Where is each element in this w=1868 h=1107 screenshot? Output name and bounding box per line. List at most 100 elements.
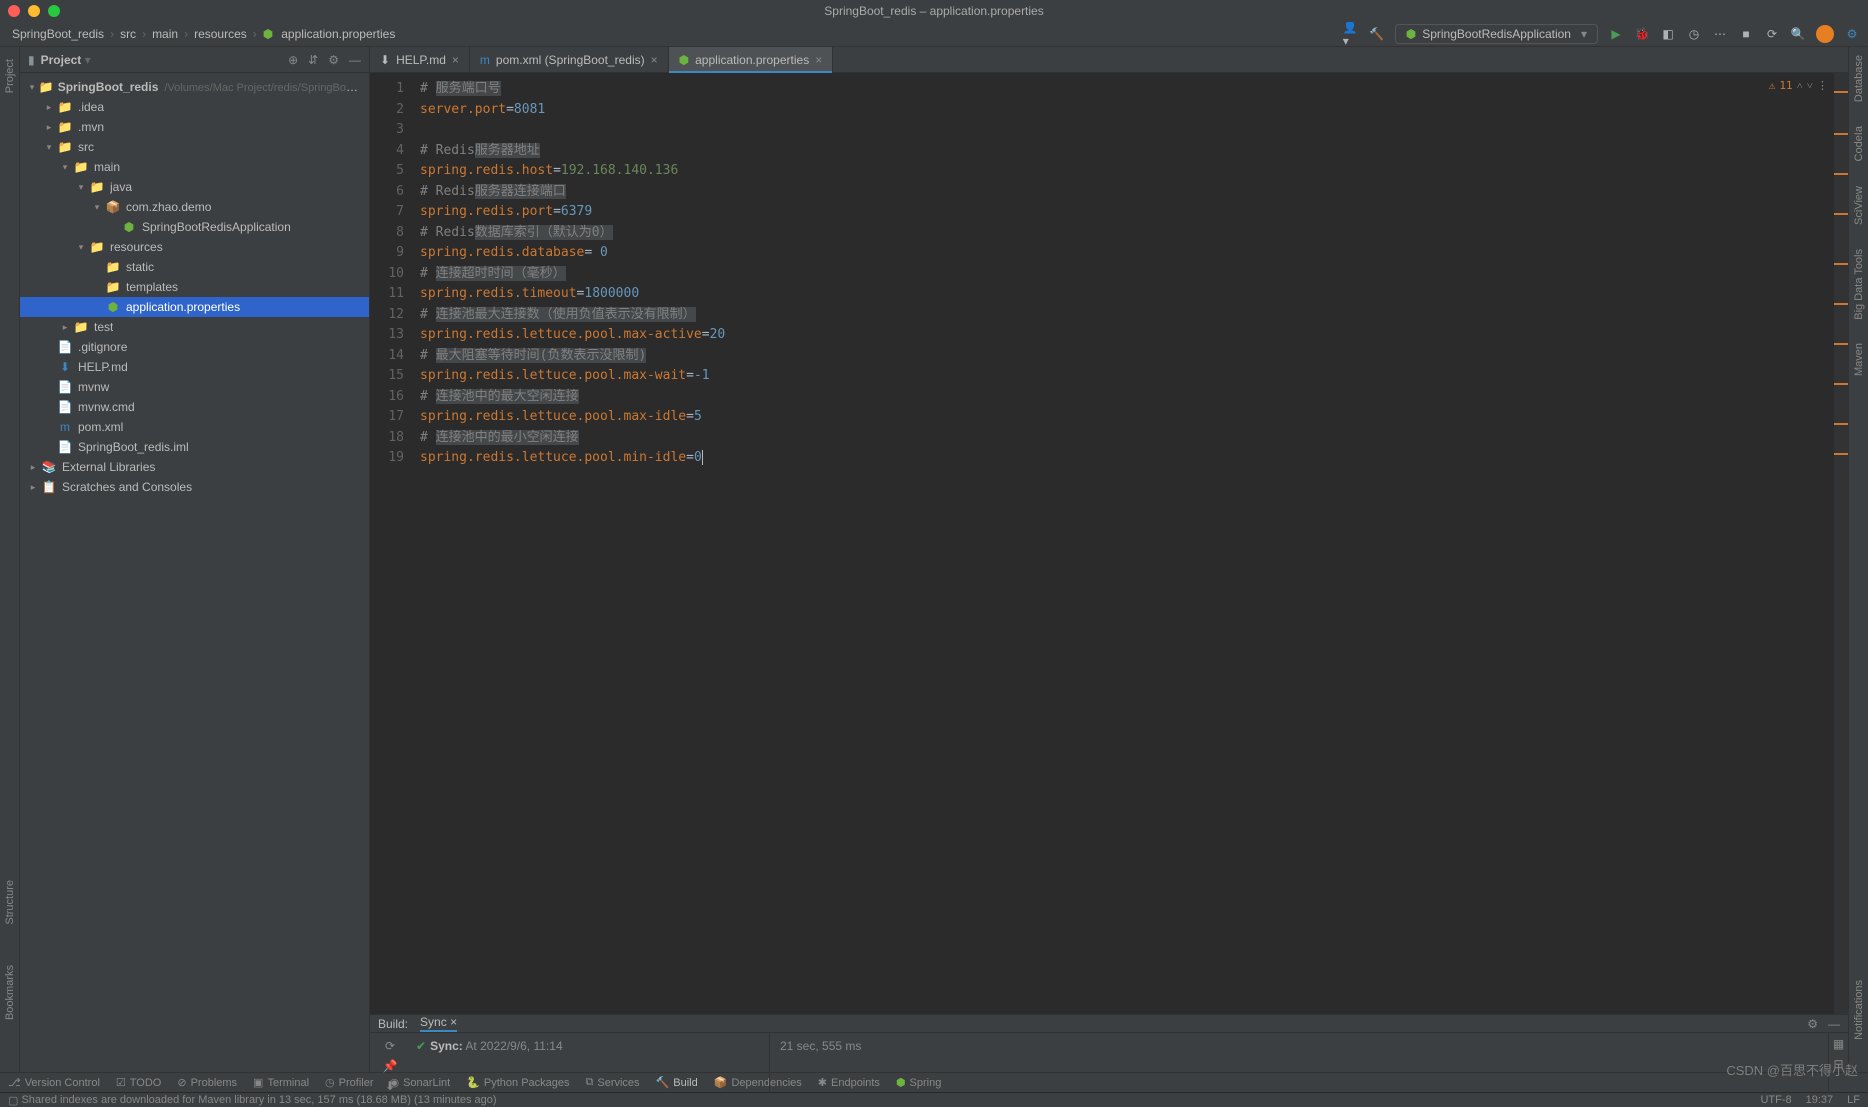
coverage-icon[interactable]: ◧ [1660, 26, 1676, 42]
user-icon[interactable]: 👤▾ [1343, 26, 1359, 42]
left-tool-rail: Project Structure Bookmarks [0, 47, 20, 1072]
pin-icon[interactable]: 📌 [383, 1059, 398, 1073]
maximize-icon[interactable] [48, 5, 60, 17]
rail-database[interactable]: Database [1853, 55, 1865, 102]
gear-icon[interactable]: ⚙ [1807, 1017, 1818, 1031]
build-tab-sync[interactable]: Sync × [420, 1015, 457, 1032]
tree-item[interactable]: mpom.xml [20, 417, 369, 437]
tree-item[interactable]: ▾📁main [20, 157, 369, 177]
tree-item[interactable]: ⬢SpringBootRedisApplication [20, 217, 369, 237]
run-config-select[interactable]: ⬢ SpringBootRedisApplication [1395, 24, 1598, 44]
profile-icon[interactable]: ◷ [1686, 26, 1702, 42]
btool-terminal[interactable]: ▣Terminal [253, 1076, 309, 1089]
run-icon[interactable]: ▶ [1608, 26, 1624, 42]
status-encoding[interactable]: UTF-8 [1760, 1094, 1791, 1106]
tree-item[interactable]: ▾📁java [20, 177, 369, 197]
debug-icon[interactable]: 🐞 [1634, 26, 1650, 42]
expand-all-icon[interactable]: ⇵ [308, 53, 318, 67]
search-icon[interactable]: 🔍 [1790, 26, 1806, 42]
locate-icon[interactable]: ⊕ [288, 53, 298, 67]
tab-help[interactable]: ⬇HELP.md× [370, 47, 470, 72]
breadcrumb[interactable]: main [148, 27, 182, 41]
spring-icon: ⬢ [259, 27, 277, 41]
more-icon[interactable]: ⋮ [1817, 79, 1828, 92]
project-icon: ▮ [28, 53, 35, 67]
tree-item[interactable]: 📄mvnw [20, 377, 369, 397]
panel-title[interactable]: Project [41, 53, 91, 67]
hide-icon[interactable]: — [349, 53, 361, 67]
more-run-icon[interactable]: ⋯ [1712, 26, 1728, 42]
status-icon[interactable]: ▢ [8, 1094, 18, 1107]
vcs-update-icon[interactable]: ⟳ [1764, 26, 1780, 42]
status-position[interactable]: 19:37 [1806, 1094, 1834, 1106]
tree-item[interactable]: 📁static [20, 257, 369, 277]
code-content[interactable]: # 服务端口号server.port=8081 # Redis服务器地址spri… [412, 73, 1834, 1014]
build-label: Build: [378, 1017, 408, 1031]
tree-item[interactable]: ▸📚External Libraries [20, 457, 369, 477]
tree-item[interactable]: 📄.gitignore [20, 337, 369, 357]
tree-item-selected[interactable]: ⬢application.properties [20, 297, 369, 317]
btool-vc[interactable]: ⎇Version Control [8, 1076, 100, 1089]
tree-item[interactable]: ▸📋Scratches and Consoles [20, 477, 369, 497]
rail-structure[interactable]: Structure [4, 880, 16, 925]
stop-icon[interactable]: ■ [1738, 26, 1754, 42]
tree-item[interactable]: 📄mvnw.cmd [20, 397, 369, 417]
minimize-icon[interactable] [28, 5, 40, 17]
download-icon[interactable]: ⬇ [385, 1079, 395, 1093]
problems-icon: ⊘ [177, 1076, 186, 1089]
tree-item[interactable]: ▸📁test [20, 317, 369, 337]
editor-area: ⬇HELP.md× mpom.xml (SpringBoot_redis)× ⬢… [370, 47, 1848, 1072]
status-lineending[interactable]: LF [1847, 1094, 1860, 1106]
tree-item-root[interactable]: ▾📁SpringBoot_redis/Volumes/Mac Project/r… [20, 77, 369, 97]
btool-problems[interactable]: ⊘Problems [177, 1076, 237, 1089]
collapse-icon[interactable]: ⊟ [1833, 1057, 1843, 1071]
hammer-icon[interactable]: 🔨 [1369, 26, 1385, 42]
tree-item[interactable]: ⬇HELP.md [20, 357, 369, 377]
rail-sciview[interactable]: SciView [1853, 186, 1865, 225]
breadcrumb[interactable]: SpringBoot_redis [8, 27, 108, 41]
build-tree[interactable]: ✔Sync: At 2022/9/6, 11:14 [410, 1033, 769, 1093]
btool-todo[interactable]: ☑TODO [116, 1076, 161, 1089]
close-icon[interactable]: × [452, 53, 459, 67]
project-tree[interactable]: ▾📁SpringBoot_redis/Volumes/Mac Project/r… [20, 73, 369, 1072]
close-icon[interactable]: × [815, 53, 822, 67]
layout-icon[interactable]: ▦ [1833, 1037, 1844, 1051]
titlebar: SpringBoot_redis – application.propertie… [0, 0, 1868, 22]
close-icon[interactable] [8, 5, 20, 17]
rail-bigdata[interactable]: Big Data Tools [1853, 249, 1865, 320]
tree-item[interactable]: ▸📁.mvn [20, 117, 369, 137]
breadcrumb[interactable]: application.properties [277, 27, 399, 41]
ide-settings-icon[interactable]: ⚙ [1844, 26, 1860, 42]
avatar[interactable] [1816, 25, 1834, 43]
refresh-icon[interactable]: ⟳ [385, 1039, 395, 1053]
tab-properties[interactable]: ⬢application.properties× [669, 47, 834, 72]
tree-item[interactable]: ▾📦com.zhao.demo [20, 197, 369, 217]
right-tool-rail: Database CodeIa SciView Big Data Tools M… [1848, 47, 1868, 1072]
close-icon[interactable]: × [450, 1015, 457, 1029]
rail-notifications[interactable]: Notifications [1853, 980, 1865, 1040]
tree-item[interactable]: 📄SpringBoot_redis.iml [20, 437, 369, 457]
inspection-badge[interactable]: ⚠11 ˄˅ ⋮ [1769, 79, 1828, 92]
hide-icon[interactable]: — [1828, 1017, 1840, 1031]
breadcrumb[interactable]: src [116, 27, 140, 41]
chevron-right-icon: › [140, 27, 148, 41]
rail-project[interactable]: Project [4, 59, 16, 93]
tab-pom[interactable]: mpom.xml (SpringBoot_redis)× [470, 47, 669, 72]
tree-item[interactable]: 📁templates [20, 277, 369, 297]
chevron-up-icon[interactable]: ˄ [1797, 79, 1803, 92]
tree-item[interactable]: ▸📁.idea [20, 97, 369, 117]
inspection-strip[interactable] [1834, 73, 1848, 1014]
tree-item-src[interactable]: ▾📁src [20, 137, 369, 157]
markdown-icon: ⬇ [380, 53, 390, 67]
chevron-down-icon[interactable]: ˅ [1807, 79, 1813, 92]
breadcrumb[interactable]: resources [190, 27, 251, 41]
btool-profiler[interactable]: ◷Profiler [325, 1076, 373, 1089]
rail-codeia[interactable]: CodeIa [1853, 126, 1865, 161]
rail-bookmarks[interactable]: Bookmarks [4, 965, 16, 1020]
panel-header: ▮ Project ⊕ ⇵ ⚙ — [20, 47, 369, 73]
editor-body[interactable]: 12345678910111213141516171819 # 服务端口号ser… [370, 73, 1848, 1014]
close-icon[interactable]: × [651, 53, 658, 67]
gear-icon[interactable]: ⚙ [328, 53, 339, 67]
rail-maven[interactable]: Maven [1853, 343, 1865, 376]
tree-item[interactable]: ▾📁resources [20, 237, 369, 257]
